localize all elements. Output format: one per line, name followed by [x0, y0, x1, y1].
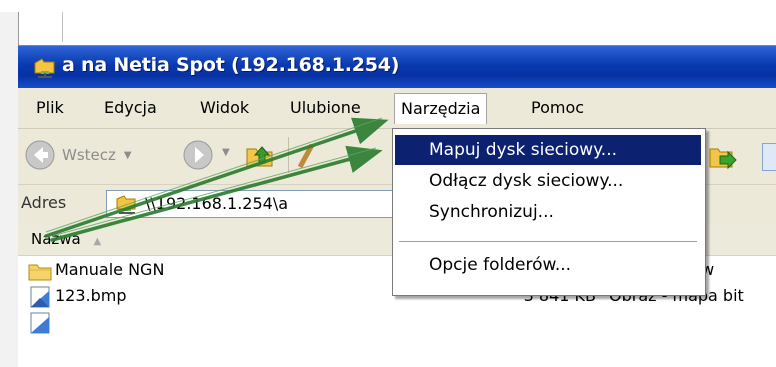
- annotation-arrows: [44, 117, 389, 242]
- annotation-arrow: [50, 145, 383, 242]
- annotation-arrow: [44, 117, 389, 238]
